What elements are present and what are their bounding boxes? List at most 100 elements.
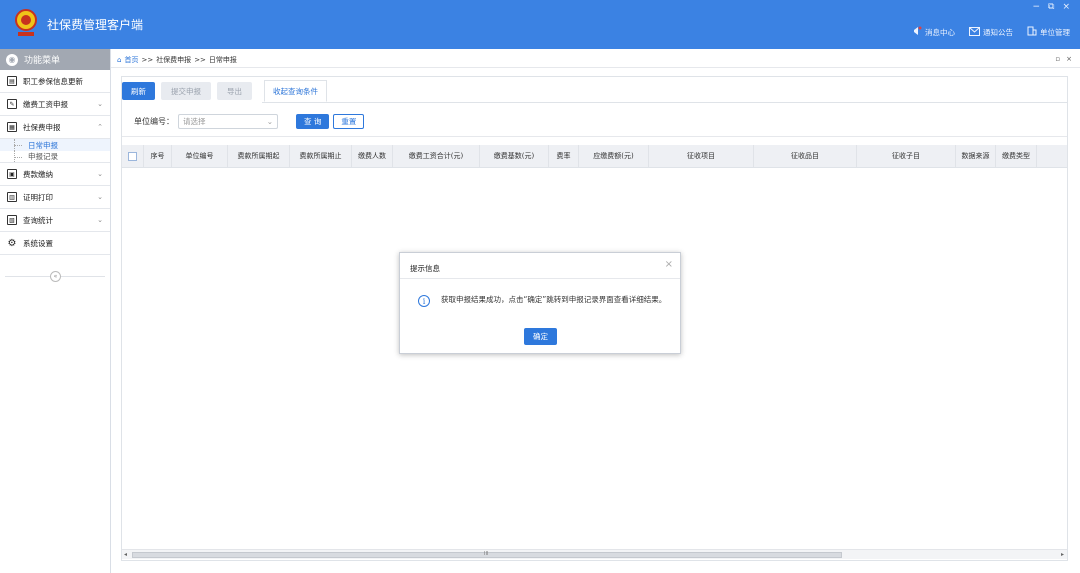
reset-button[interactable]: 重置 <box>333 114 365 129</box>
breadcrumb: ⌂ 首页 >> 社保费申报 >> 日常申报 <box>117 55 237 65</box>
column-header: 缴费基数(元) <box>480 145 549 167</box>
window-controls: − ⧉ × <box>1032 2 1070 12</box>
column-header: 缴费人数 <box>352 145 393 167</box>
sidebar-item-wage-declaration[interactable]: ✎ 缴费工资申报 ⌄ <box>0 93 110 116</box>
sidebar-item-label: 证明打印 <box>23 192 53 202</box>
tax-emblem-icon <box>15 9 37 36</box>
minimize-icon[interactable]: − <box>1032 2 1040 12</box>
scroll-right-icon[interactable]: ▸ <box>1061 551 1064 558</box>
form-icon: ▦ <box>7 122 17 132</box>
chevron-down-icon: ⌄ <box>97 193 103 201</box>
select-all-checkbox[interactable] <box>128 151 137 161</box>
sidebar-item-label: 缴费工资申报 <box>23 99 68 109</box>
breadcrumb-home[interactable]: 首页 <box>124 55 138 65</box>
nav-message-label: 消息中心 <box>925 28 955 37</box>
column-header: 征收子目 <box>857 145 956 167</box>
chevron-up-icon: ⌃ <box>97 123 103 131</box>
sidebar-item-label: 社保费申报 <box>23 122 61 132</box>
chevron-down-icon: ⌄ <box>97 100 103 108</box>
sidebar-item-payment[interactable]: ▣ 费款缴纳 ⌄ <box>0 163 110 186</box>
scrollbar-grip: III <box>484 551 489 557</box>
submit-declaration-button[interactable]: 提交申报 <box>161 82 211 100</box>
sidebar-item-certificate-print[interactable]: ▥ 证明打印 ⌄ <box>0 186 110 209</box>
column-header: 数据来源 <box>956 145 996 167</box>
search-divider <box>122 136 1067 137</box>
breadcrumb-separator: >> <box>194 56 206 64</box>
bell-icon <box>912 26 922 39</box>
close-icon[interactable]: × <box>665 259 673 270</box>
search-row: 单位编号： 请选择 ⌄ 查 询 重置 <box>134 114 365 129</box>
toggle-conditions-tab[interactable]: 收起查询条件 <box>264 80 327 102</box>
maximize-tab-icon[interactable]: ▫ <box>1055 55 1060 63</box>
unit-number-select[interactable]: 请选择 ⌄ <box>178 114 278 129</box>
table-header: 序号 单位编号 费款所属期起 费款所属期止 缴费人数 缴费工资合计(元) 缴费基… <box>122 145 1067 168</box>
column-header: 缴费类型 <box>996 145 1037 167</box>
home-icon[interactable]: ⌂ <box>117 56 121 64</box>
breadcrumb-separator: >> <box>141 56 154 64</box>
sidebar-item-social-declaration[interactable]: ▦ 社保费申报 ⌃ <box>0 116 110 139</box>
breadcrumb-level2: 日常申报 <box>208 56 237 64</box>
close-icon[interactable]: × <box>1062 2 1070 12</box>
sidebar-item-label: 职工参保信息更新 <box>23 76 83 86</box>
sidebar-item-query-stats[interactable]: ▧ 查询统计 ⌄ <box>0 209 110 232</box>
sidebar-item-label: 费款缴纳 <box>23 169 53 179</box>
menu-header-label: 功能菜单 <box>24 56 61 66</box>
gear-icon: ⚙ <box>7 237 17 249</box>
edit-icon: ✎ <box>7 99 17 109</box>
horizontal-scrollbar[interactable]: ◂ III ▸ <box>122 549 1067 559</box>
column-header: 序号 <box>144 145 172 167</box>
sidebar-subitem-label: 日常申报 <box>28 140 58 150</box>
tab-controls: ▫ × <box>1055 55 1072 63</box>
restore-icon[interactable]: ⧉ <box>1048 2 1054 12</box>
column-header: 应缴费额(元) <box>579 145 649 167</box>
export-button[interactable]: 导出 <box>217 82 252 100</box>
dialog-title: 提示信息 <box>410 264 440 273</box>
column-header: 费率 <box>549 145 579 167</box>
app-title: 社保费管理客户端 <box>47 18 144 32</box>
dialog-message: 获取申报结果成功，点击“确定”跳转到申报记录界面查看详细结果。 <box>441 295 667 304</box>
breadcrumb-level1: 社保费申报 <box>156 56 192 64</box>
sidebar-item-label: 查询统计 <box>23 215 53 225</box>
toolbar: 刷新 提交申报 导出 收起查询条件 <box>122 80 327 102</box>
title-bar: 社保费管理客户端 − ⧉ × 消息中心 通知公告 单位管理 <box>0 0 1080 49</box>
unit-number-label: 单位编号： <box>134 117 174 126</box>
chevron-down-icon: ⌄ <box>97 170 103 178</box>
refresh-button[interactable]: 刷新 <box>122 82 155 100</box>
close-tab-icon[interactable]: × <box>1066 55 1072 63</box>
printer-icon: ▥ <box>7 192 17 202</box>
sidebar: ◉ 功能菜单 ▤ 职工参保信息更新 ✎ 缴费工资申报 ⌄ ▦ 社保费申报 ⌃ 日… <box>0 49 111 573</box>
payment-icon: ▣ <box>7 169 17 179</box>
id-card-icon: ▤ <box>7 76 17 86</box>
sidebar-item-label: 系统设置 <box>23 238 53 248</box>
chevron-down-icon: ⌄ <box>97 216 103 224</box>
column-header: 费款所属期起 <box>228 145 290 167</box>
sidebar-subitem-declaration-records[interactable]: 申报记录 <box>0 151 110 163</box>
chart-icon: ▧ <box>7 215 17 225</box>
unit-number-placeholder: 请选择 <box>183 117 206 126</box>
chevron-down-icon: ⌄ <box>266 117 273 126</box>
column-header: 单位编号 <box>172 145 228 167</box>
sidebar-item-system-settings[interactable]: ⚙ 系统设置 <box>0 232 110 255</box>
nav-message-center[interactable]: 消息中心 <box>912 26 955 39</box>
nav-notice-label: 通知公告 <box>983 28 1013 37</box>
breadcrumb-divider <box>111 67 1080 68</box>
toolbar-divider <box>262 102 1068 103</box>
sidebar-subitem-daily-declaration[interactable]: 日常申报 <box>0 139 110 151</box>
mail-icon <box>969 26 980 39</box>
column-header: 缴费工资合计(元) <box>393 145 480 167</box>
scroll-left-icon[interactable]: ◂ <box>124 551 127 558</box>
dialog-divider <box>400 278 680 279</box>
nav-notice[interactable]: 通知公告 <box>969 26 1013 39</box>
query-button[interactable]: 查 询 <box>296 114 330 129</box>
column-header: 征收品目 <box>754 145 857 167</box>
collapse-sidebar-button[interactable]: « <box>50 271 61 282</box>
info-icon: i <box>418 295 430 307</box>
column-header: 费款所属期止 <box>290 145 352 167</box>
nav-unit-label: 单位管理 <box>1040 28 1070 37</box>
sidebar-subitem-label: 申报记录 <box>28 152 58 161</box>
building-icon <box>1027 26 1037 39</box>
sidebar-item-insured-info[interactable]: ▤ 职工参保信息更新 <box>0 70 110 93</box>
nav-unit-management[interactable]: 单位管理 <box>1027 26 1070 39</box>
select-all-cell <box>122 145 144 167</box>
confirm-button[interactable]: 确定 <box>524 328 557 345</box>
